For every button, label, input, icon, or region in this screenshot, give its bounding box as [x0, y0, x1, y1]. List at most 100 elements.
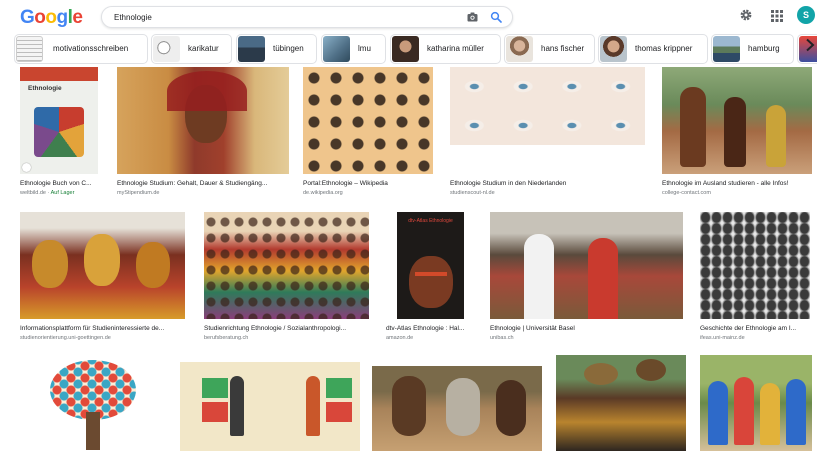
label-box [202, 378, 228, 398]
result-image-people-with-baskets[interactable] [556, 355, 686, 451]
chip-thumbnail [600, 36, 627, 62]
image-results-grid: Ethnologie Ethnologie Buch von C... welt… [0, 66, 817, 451]
chevron-right-icon[interactable] [805, 38, 815, 52]
apps-grid-icon[interactable] [770, 9, 784, 23]
chip-label: hans fischer [541, 44, 585, 53]
chip-thumbnail [16, 36, 43, 62]
chip-thumbnail [392, 36, 419, 62]
logo-letter: o [45, 7, 57, 28]
chip-hamburg[interactable]: hamburg [711, 34, 794, 64]
result-image-book[interactable]: Ethnologie [20, 67, 98, 174]
chip-tuebingen[interactable]: tübingen [236, 34, 317, 64]
chip-thumbnail [238, 36, 265, 62]
chip-label: lmu [358, 44, 371, 53]
book-cover-band [20, 67, 98, 81]
person-figure [496, 380, 526, 436]
camera-icon[interactable] [467, 12, 478, 22]
video-badge-icon [22, 163, 31, 172]
person-figure [230, 376, 244, 436]
eyes-pattern [450, 67, 645, 145]
source-domain: weltbild.de [20, 190, 46, 196]
result-image-painted-faces[interactable] [20, 212, 185, 319]
result-caption[interactable]: Studienrichtung Ethnologie / Sozialanthr… [204, 325, 369, 332]
chip-lmu[interactable]: lmu [321, 34, 386, 64]
label-box [326, 402, 352, 422]
result-image-woman-portrait[interactable] [117, 67, 289, 174]
face-figure [136, 242, 170, 288]
atlas-cover-face [409, 256, 453, 308]
basket [584, 363, 618, 385]
person-figure [708, 381, 728, 445]
label-box [202, 402, 228, 422]
drawing-figures [303, 67, 433, 174]
result-caption[interactable]: Geschichte der Ethnologie am I... [700, 325, 812, 332]
person-figure [734, 377, 754, 445]
chip-karikatur[interactable]: karikatur [151, 34, 232, 64]
chip-motivationsschreiben[interactable]: motivationsschreiben [14, 34, 148, 64]
result-image-market[interactable] [490, 212, 683, 319]
logo-letter: g [56, 7, 69, 28]
result-image-eyes[interactable] [450, 67, 645, 145]
basket [636, 359, 666, 381]
search-input[interactable] [114, 10, 444, 25]
result-caption[interactable]: Portal:Ethnologie – Wikipedia [303, 180, 433, 187]
result-caption[interactable]: Ethnologie | Universität Basel [490, 325, 683, 332]
chip-label: thomas krippner [635, 44, 693, 53]
chip-label: motivationsschreiben [53, 44, 129, 53]
top-bar: Google S [0, 0, 817, 32]
google-logo[interactable]: Google [20, 7, 83, 29]
result-image-portrait-collage[interactable] [700, 212, 810, 319]
result-image-village-people[interactable] [662, 67, 812, 174]
result-caption[interactable]: Informationsplattform für Studieninteres… [20, 325, 190, 332]
person-figure [446, 378, 480, 436]
search-icon[interactable] [490, 11, 502, 23]
chip-thumbnail [323, 36, 350, 62]
crowd-heads [204, 212, 369, 319]
person-figure [786, 379, 806, 445]
result-caption[interactable]: Ethnologie Buch von C... [20, 180, 100, 187]
result-source: studienorientierung.uni-goettingen.de [20, 335, 111, 341]
chip-label: karikatur [188, 44, 219, 53]
person-figure [724, 97, 746, 167]
result-source: studienscout-nl.de [450, 190, 495, 196]
face-figure [84, 234, 120, 286]
tree-trunk [86, 412, 100, 450]
person-figure [680, 87, 706, 167]
result-caption[interactable]: Ethnologie Studium in den Niederlanden [450, 180, 645, 187]
person-figure [760, 383, 780, 445]
logo-letter: e [72, 7, 83, 28]
result-caption[interactable]: dtv-Atlas Ethnologie : Hal... [386, 325, 478, 332]
result-source: amazon.de [386, 335, 414, 341]
person-figure [766, 105, 786, 167]
logo-letter: G [20, 7, 35, 28]
chip-label: tübingen [273, 44, 304, 53]
gear-icon[interactable] [739, 8, 753, 22]
result-image-ethnographic-drawing[interactable] [303, 67, 433, 174]
chip-thomas-krippner[interactable]: thomas krippner [598, 34, 708, 64]
result-image-illustration[interactable] [180, 362, 360, 451]
chip-label: hamburg [748, 44, 780, 53]
result-image-people-digging[interactable] [372, 366, 542, 451]
search-box [101, 6, 513, 28]
account-avatar[interactable]: S [797, 6, 815, 24]
chip-hans-fischer[interactable]: hans fischer [504, 34, 595, 64]
person-figure [306, 376, 320, 436]
result-image-crowd[interactable] [204, 212, 369, 319]
collage-faces [700, 212, 810, 319]
result-image-dancers[interactable] [700, 355, 812, 451]
result-caption[interactable]: Ethnologie Studium: Gehalt, Dauer & Stud… [117, 180, 289, 187]
book-cover-art [34, 107, 84, 157]
stock-status: Auf Lager [50, 190, 75, 196]
tree-leaves [50, 360, 136, 420]
result-image-colorful-tree[interactable] [20, 354, 165, 451]
person-figure [588, 238, 618, 319]
related-search-chips: motivationsschreiben karikatur tübingen … [14, 34, 817, 64]
result-source: berufsberatung.ch [204, 335, 249, 341]
result-source: myStipendium.de [117, 190, 160, 196]
book-cover-title: Ethnologie [28, 85, 62, 92]
chip-katharina-mueller[interactable]: katharina müller [390, 34, 501, 64]
result-caption[interactable]: Ethnologie im Ausland studieren - alle I… [662, 180, 812, 187]
result-source: de.wikipedia.org [303, 190, 343, 196]
result-image-atlas-cover[interactable]: dtv-Atlas Ethnologie [397, 212, 464, 319]
result-source: ifeas.uni-mainz.de [700, 335, 745, 341]
